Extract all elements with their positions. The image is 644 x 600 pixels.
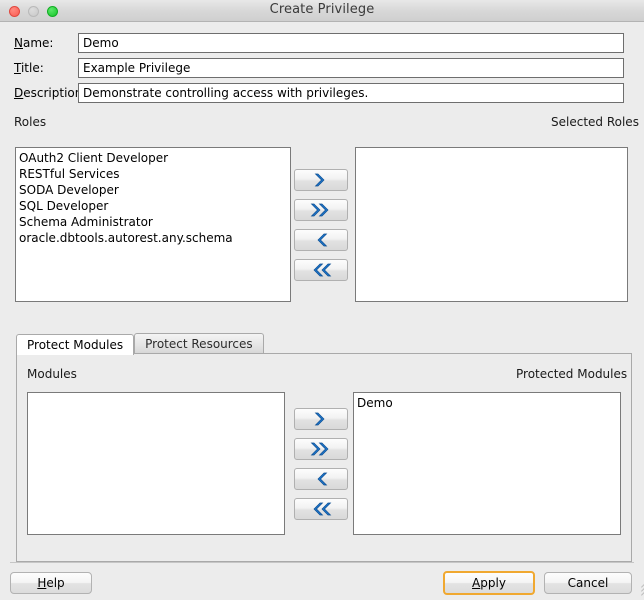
- list-item[interactable]: Demo: [354, 395, 620, 411]
- title-input-value: Example Privilege: [83, 61, 191, 75]
- chevron-left-icon: [317, 472, 328, 486]
- name-row: Name: Demo: [0, 33, 644, 53]
- create-privilege-dialog: Create Privilege Name: Demo Title: Examp…: [0, 0, 644, 600]
- move-left-button[interactable]: [294, 468, 348, 490]
- modules-available-list[interactable]: [27, 392, 285, 535]
- protected-modules-label: Protected Modules: [516, 367, 628, 381]
- window-titlebar[interactable]: Create Privilege: [0, 0, 644, 22]
- move-right-button[interactable]: [294, 408, 348, 430]
- footer-divider: [10, 562, 634, 563]
- move-all-right-button[interactable]: [294, 438, 348, 460]
- title-label: Title:: [14, 61, 44, 75]
- tab-protect-modules-label: Protect Modules: [27, 337, 124, 352]
- help-button-label: Help: [37, 576, 65, 590]
- list-item[interactable]: Schema Administrator: [16, 214, 290, 230]
- list-item[interactable]: SQL Developer: [16, 198, 290, 214]
- resize-grip[interactable]: [630, 578, 644, 598]
- cancel-button-label: Cancel: [567, 576, 609, 590]
- description-input[interactable]: Demonstrate controlling access with priv…: [78, 83, 624, 103]
- selected-roles-label: Selected Roles: [551, 115, 639, 129]
- name-input[interactable]: Demo: [78, 33, 624, 53]
- roles-selected-list[interactable]: [355, 147, 628, 302]
- apply-button-label: Apply: [472, 576, 506, 590]
- modules-label: Modules: [27, 367, 77, 381]
- title-input[interactable]: Example Privilege: [78, 58, 624, 78]
- modules-protected-list[interactable]: Demo: [353, 392, 621, 535]
- move-all-left-button[interactable]: [294, 259, 348, 281]
- cancel-button[interactable]: Cancel: [544, 572, 632, 594]
- name-label: Name:: [14, 36, 54, 50]
- tab-protect-modules[interactable]: Protect Modules: [16, 334, 135, 355]
- list-item[interactable]: RESTful Services: [16, 166, 290, 182]
- roles-available-list[interactable]: OAuth2 Client Developer RESTful Services…: [15, 147, 291, 302]
- move-left-button[interactable]: [294, 229, 348, 251]
- roles-transfer-buttons: [294, 169, 348, 289]
- description-row: Description: Demonstrate controlling acc…: [0, 83, 644, 103]
- move-all-right-button[interactable]: [294, 199, 348, 221]
- tab-protect-resources[interactable]: Protect Resources: [134, 333, 264, 354]
- chevrons-left-icon: [313, 263, 332, 277]
- chevron-right-icon: [314, 173, 325, 187]
- apply-button[interactable]: Apply: [443, 571, 535, 595]
- chevron-right-icon: [314, 412, 325, 426]
- list-item[interactable]: oracle.dbtools.autorest.any.schema: [16, 230, 290, 246]
- tab-strip: Protect Modules Protect Resources: [16, 333, 264, 355]
- list-item[interactable]: SODA Developer: [16, 182, 290, 198]
- move-right-button[interactable]: [294, 169, 348, 191]
- list-item[interactable]: OAuth2 Client Developer: [16, 150, 290, 166]
- chevrons-left-icon: [313, 502, 332, 516]
- description-label: Description:: [14, 86, 87, 100]
- modules-transfer-buttons: [294, 408, 348, 528]
- name-input-value: Demo: [83, 36, 119, 50]
- chevron-left-icon: [317, 233, 328, 247]
- roles-label: Roles: [14, 115, 47, 129]
- help-button[interactable]: Help: [10, 572, 92, 594]
- chevrons-right-icon: [310, 442, 329, 456]
- description-input-value: Demonstrate controlling access with priv…: [83, 86, 369, 100]
- window-title: Create Privilege: [269, 2, 375, 17]
- chevrons-right-icon: [310, 203, 329, 217]
- tab-protect-resources-label: Protect Resources: [145, 337, 253, 351]
- title-row: Title: Example Privilege: [0, 58, 644, 78]
- move-all-left-button[interactable]: [294, 498, 348, 520]
